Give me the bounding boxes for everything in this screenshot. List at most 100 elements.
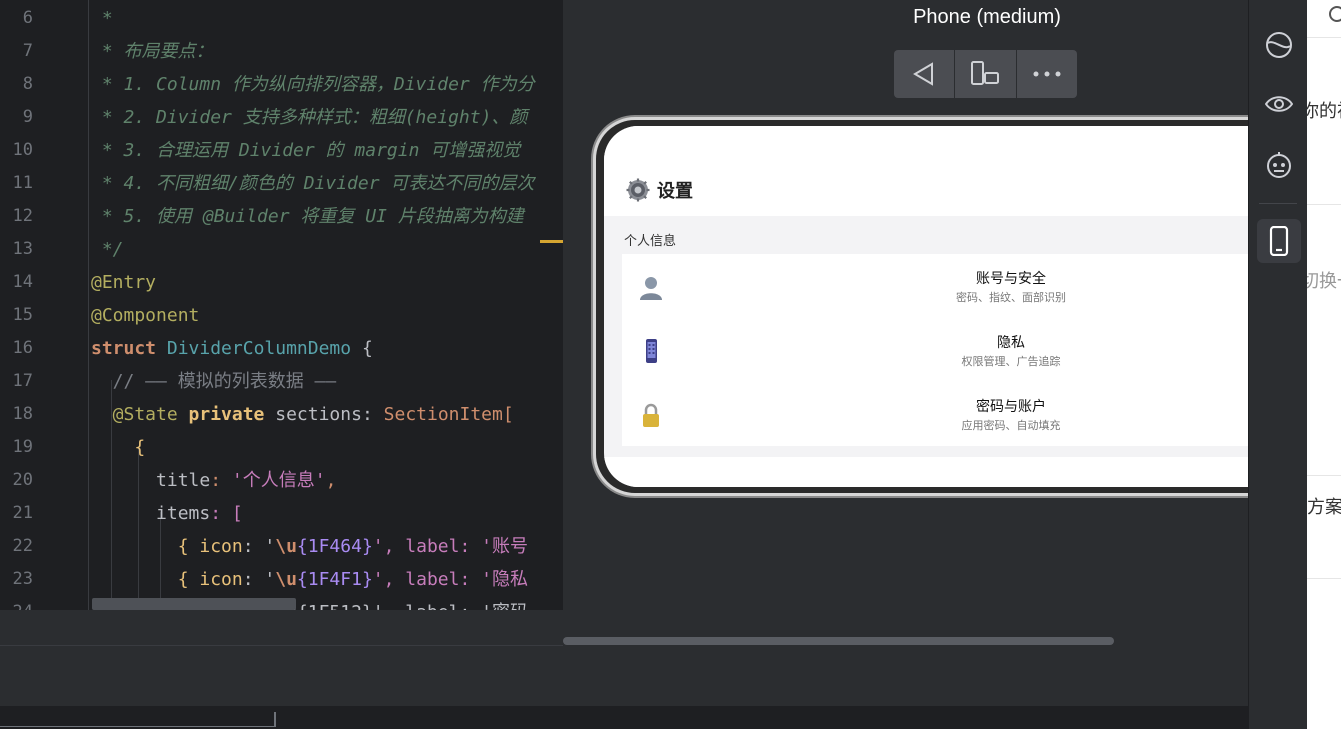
code-text: items: [ — [91, 503, 243, 524]
line-number: 22 — [12, 536, 33, 556]
line-number: 19 — [12, 437, 33, 457]
side-panel-text: 切换一 — [1307, 271, 1341, 292]
line-number: 18 — [12, 404, 33, 424]
code-line[interactable]: 21 items: [ — [0, 497, 563, 530]
device-rotate-icon — [971, 61, 1000, 85]
back-button[interactable] — [894, 50, 956, 98]
code-text: struct DividerColumnDemo { — [91, 338, 373, 359]
phone-screen[interactable]: 设置 个人信息 账号与安全 密码、指纹、面部识别 隐私 权限管理、广告追踪 密码… — [604, 126, 1308, 487]
line-number: 24 — [0, 596, 33, 610]
item-label: 密码与账户 — [976, 399, 1046, 415]
line-number: 17 — [12, 371, 33, 391]
device-title: Phone (medium) — [913, 6, 1061, 28]
item-subtitle: 应用密码、自动填充 — [961, 419, 1061, 432]
panel-divider — [1307, 578, 1341, 579]
code-line[interactable]: 9 * 2. Divider 支持多种样式：粗细(height)、颜 — [0, 101, 563, 134]
code-text: * — [91, 8, 113, 29]
code-text: @Component — [91, 305, 200, 326]
globe-icon — [1266, 32, 1292, 58]
code-line[interactable]: 19 { — [0, 431, 563, 464]
app-header: 设置 — [604, 126, 1308, 216]
code-text: @State private sections: SectionItem[ — [91, 404, 514, 425]
editor-horizontal-scrollbar[interactable] — [92, 598, 296, 610]
robot-icon — [1267, 152, 1291, 178]
line-number: 21 — [12, 503, 33, 523]
code-line[interactable]: 16 struct DividerColumnDemo { — [0, 332, 563, 365]
line-number: 8 — [22, 74, 33, 94]
side-panel-text: 方案 — [1307, 497, 1341, 518]
item-subtitle: 密码、指纹、面部识别 — [956, 291, 1066, 304]
code-line[interactable]: 23 { icon: '\u{1F4F1}', label: '隐私 — [0, 563, 563, 596]
code-text: * 2. Divider 支持多种样式：粗细(height)、颜 — [91, 107, 528, 128]
code-text: title: '个人信息', — [91, 470, 337, 491]
eye-tool-button[interactable] — [1264, 89, 1294, 119]
code-line[interactable]: 8 * 1. Column 作为纵向排列容器，Divider 作为分 — [0, 68, 563, 101]
code-text: { icon: '\u{1F4F1}', label: '隐私 — [91, 569, 528, 590]
line-number: 11 — [12, 173, 33, 193]
eye-icon — [1265, 96, 1293, 112]
more-button[interactable] — [1017, 50, 1077, 98]
line-number: 20 — [12, 470, 33, 490]
code-text: // —— 模拟的列表数据 —— — [91, 371, 337, 392]
robot-tool-button[interactable] — [1264, 150, 1294, 180]
line-number: 23 — [12, 569, 33, 589]
rotate-button[interactable] — [955, 50, 1017, 98]
code-line[interactable]: 12 * 5. 使用 @Builder 将重复 UI 片段抽离为构建 — [0, 200, 563, 233]
code-text: * 4. 不同粗细/颜色的 Divider 可表达不同的层次 — [91, 173, 535, 194]
previewer-toolbar — [894, 50, 1077, 98]
code-text: { icon: '\u{1F464}', label: '账号 — [91, 536, 528, 557]
list-item[interactable]: 密码与账户 应用密码、自动填充 — [622, 382, 1308, 446]
code-text: */ — [91, 239, 124, 260]
code-line[interactable]: 10 * 3. 合理运用 Divider 的 margin 可增强视觉 — [0, 134, 563, 167]
side-panel-text: 你的初 — [1307, 101, 1341, 122]
more-dots-icon — [1033, 71, 1061, 77]
section-title: 个人信息 — [624, 234, 677, 249]
line-number: 12 — [12, 206, 33, 226]
panel-divider — [1307, 37, 1341, 38]
line-number: 10 — [12, 140, 33, 160]
line-number: 14 — [12, 272, 33, 292]
phone-frame: 设置 个人信息 账号与安全 密码、指纹、面部识别 隐私 权限管理、广告追踪 密码… — [593, 117, 1319, 496]
code-line[interactable]: 22 { icon: '\u{1F464}', label: '账号 — [0, 530, 563, 563]
previewer-horizontal-scrollbar[interactable] — [563, 637, 1114, 645]
bottom-tab-outline[interactable] — [0, 712, 276, 727]
gear-icon — [626, 178, 650, 202]
code-line[interactable]: 6 * — [0, 2, 563, 35]
line-number: 9 — [22, 107, 33, 127]
code-line[interactable]: 14 @Entry — [0, 266, 563, 299]
right-tool-bar — [1248, 0, 1308, 729]
list-item[interactable]: 隐私 权限管理、广告追踪 — [622, 318, 1308, 382]
line-number: 6 — [22, 8, 33, 28]
line-number: 13 — [12, 239, 33, 259]
line-number: 16 — [12, 338, 33, 358]
side-panel: 你的初 切换一 方案 — [1307, 0, 1341, 729]
code-editor[interactable]: 6 * 7 * 布局要点： 8 * 1. Column 作为纵向排列容器，Div… — [0, 0, 563, 610]
highlight-marker — [540, 240, 563, 243]
line-number: 7 — [22, 41, 33, 61]
previewer-panel: Phone (medium) 设置 个人信息 账号与安全 密码、指纹、面部识别 … — [563, 0, 1319, 646]
code-line[interactable]: 13 */ — [0, 233, 563, 266]
line-number: 15 — [12, 305, 33, 325]
device-preview-tool-button[interactable] — [1264, 226, 1294, 256]
item-label: 隐私 — [997, 335, 1025, 351]
panel-divider — [1307, 475, 1341, 476]
list-item[interactable]: 账号与安全 密码、指纹、面部识别 — [622, 254, 1308, 318]
triangle-left-icon — [913, 62, 934, 86]
code-line[interactable]: 15 @Component — [0, 299, 563, 332]
settings-card: 账号与安全 密码、指纹、面部识别 隐私 权限管理、广告追踪 密码与账户 应用密码… — [622, 254, 1308, 446]
item-subtitle: 权限管理、广告追踪 — [961, 355, 1061, 368]
panel-divider — [1307, 204, 1341, 205]
code-line[interactable]: 7 * 布局要点： — [0, 35, 563, 68]
code-text: * 3. 合理运用 Divider 的 margin 可增强视觉 — [91, 140, 521, 161]
code-line[interactable]: 18 @State private sections: SectionItem[ — [0, 398, 563, 431]
search-icon[interactable] — [1329, 6, 1341, 22]
code-line[interactable]: 11 * 4. 不同粗细/颜色的 Divider 可表达不同的层次 — [0, 167, 563, 200]
code-text: * 1. Column 作为纵向排列容器，Divider 作为分 — [91, 74, 535, 95]
code-text: @Entry — [91, 272, 157, 293]
page-title: 设置 — [657, 181, 693, 202]
globe-tool-button[interactable] — [1264, 30, 1294, 60]
toolbar-separator — [1259, 203, 1297, 204]
item-label: 账号与安全 — [976, 271, 1046, 287]
code-line[interactable]: 20 title: '个人信息', — [0, 464, 563, 497]
code-line[interactable]: 17 // —— 模拟的列表数据 —— — [0, 365, 563, 398]
